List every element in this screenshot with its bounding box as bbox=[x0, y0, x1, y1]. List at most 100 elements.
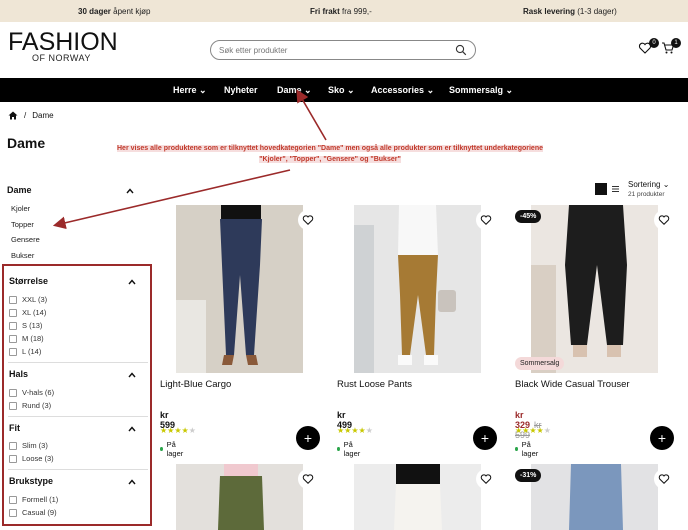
product-photo-rust-pants bbox=[354, 205, 481, 373]
filter-option[interactable]: Casual (9) bbox=[9, 508, 57, 517]
sidebar-link-bukser[interactable]: Bukser bbox=[11, 251, 34, 260]
filter-option[interactable]: Loose (3) bbox=[9, 454, 54, 463]
checkbox[interactable] bbox=[9, 308, 17, 317]
search-placeholder: Søk etter produkter bbox=[219, 45, 288, 55]
search-icon[interactable] bbox=[455, 44, 467, 56]
annotation-note: Her vises alle produktene som er tilknyt… bbox=[80, 144, 580, 165]
product-image[interactable] bbox=[176, 464, 303, 530]
checkbox[interactable] bbox=[9, 495, 17, 504]
search-input[interactable]: Søk etter produkter bbox=[210, 40, 476, 60]
filter-option[interactable]: V-hals (6) bbox=[9, 388, 54, 397]
filter-option[interactable]: Formell (1) bbox=[9, 495, 58, 504]
product-image[interactable] bbox=[531, 464, 658, 530]
sort-dropdown[interactable]: Sortering ⌄ 21 produkter bbox=[628, 180, 669, 198]
product-price: kr 329 kr 599 bbox=[515, 410, 542, 440]
filter-panel: Størrelse XXL (3) XL (14) S (13) M (18) … bbox=[2, 264, 152, 526]
plus-icon: + bbox=[657, 430, 667, 446]
chevron-up-icon[interactable] bbox=[128, 425, 136, 433]
checkbox[interactable] bbox=[9, 441, 17, 450]
checkbox[interactable] bbox=[9, 347, 17, 356]
checkbox[interactable] bbox=[9, 295, 17, 304]
promo-bar: 30 dager åpent kjøp Fri frakt fra 999,- … bbox=[0, 0, 688, 22]
filter-option[interactable]: XL (14) bbox=[9, 308, 46, 317]
chevron-down-icon: ⌄ bbox=[662, 180, 670, 189]
heart-icon bbox=[480, 215, 492, 226]
checkbox[interactable] bbox=[9, 321, 17, 330]
chevron-up-icon[interactable] bbox=[128, 278, 136, 286]
filter-title-size[interactable]: Størrelse bbox=[9, 276, 48, 286]
stock-status: På lager bbox=[337, 440, 362, 458]
sidebar-link-gensere[interactable]: Gensere bbox=[11, 235, 40, 244]
product-photo-black-trouser bbox=[531, 205, 658, 373]
filter-option[interactable]: M (18) bbox=[9, 334, 44, 343]
main-nav: Herre ⌄ Nyheter Dame ⌄ Sko ⌄ Accessories… bbox=[0, 78, 688, 102]
nav-dame[interactable]: Dame ⌄ bbox=[277, 85, 312, 96]
cart-count-badge: 1 bbox=[671, 38, 681, 48]
chevron-up-icon[interactable] bbox=[128, 371, 136, 379]
add-to-cart-button[interactable]: + bbox=[650, 426, 674, 450]
chevron-up-icon[interactable] bbox=[128, 478, 136, 486]
add-to-cart-button[interactable]: + bbox=[473, 426, 497, 450]
filter-option[interactable]: XXL (3) bbox=[9, 295, 47, 304]
list-view-icon[interactable] bbox=[609, 183, 621, 195]
chevron-up-icon[interactable] bbox=[126, 187, 134, 195]
sidebar-category-title[interactable]: Dame bbox=[7, 185, 32, 195]
wishlist-button[interactable] bbox=[298, 210, 318, 230]
site-logo[interactable]: FASHION OF NORWAY bbox=[8, 30, 118, 63]
discount-badge: -31% bbox=[515, 469, 542, 482]
promo-open-purchase: 30 dager åpent kjøp bbox=[78, 7, 151, 16]
heart-icon bbox=[658, 215, 670, 226]
filter-option[interactable]: L (14) bbox=[9, 347, 41, 356]
heart-icon bbox=[658, 474, 670, 485]
filter-divider bbox=[8, 469, 148, 470]
annotation-line-1: Her vises alle produktene som er tilknyt… bbox=[117, 145, 543, 152]
plus-icon: + bbox=[480, 430, 490, 446]
nav-herre[interactable]: Herre ⌄ bbox=[173, 85, 207, 96]
wishlist-button[interactable] bbox=[654, 210, 674, 230]
product-image[interactable] bbox=[176, 205, 303, 373]
product-name[interactable]: Black Wide Casual Trouser bbox=[515, 379, 630, 390]
product-image[interactable] bbox=[531, 205, 658, 373]
product-name[interactable]: Light-Blue Cargo bbox=[160, 379, 231, 390]
checkbox[interactable] bbox=[9, 508, 17, 517]
breadcrumb: / Dame bbox=[8, 111, 54, 120]
filter-title-usage[interactable]: Brukstype bbox=[9, 476, 53, 486]
filter-title-neck[interactable]: Hals bbox=[9, 369, 28, 379]
add-to-cart-button[interactable]: + bbox=[296, 426, 320, 450]
chevron-down-icon: ⌄ bbox=[304, 85, 312, 95]
nav-accessories[interactable]: Accessories ⌄ bbox=[371, 85, 434, 96]
home-icon[interactable] bbox=[8, 111, 18, 120]
rating-stars: ★★★★★ bbox=[337, 426, 373, 435]
wishlist-button[interactable] bbox=[476, 210, 496, 230]
product-image[interactable] bbox=[354, 464, 481, 530]
filter-option[interactable]: Slim (3) bbox=[9, 441, 48, 450]
filter-option[interactable]: Rund (3) bbox=[9, 401, 51, 410]
checkbox[interactable] bbox=[9, 388, 17, 397]
checkbox[interactable] bbox=[9, 401, 17, 410]
wishlist-button[interactable] bbox=[476, 469, 496, 489]
product-name[interactable]: Rust Loose Pants bbox=[337, 379, 412, 390]
rating-stars: ★★★★★ bbox=[515, 426, 551, 435]
filter-title-fit[interactable]: Fit bbox=[9, 423, 20, 433]
nav-sommersalg[interactable]: Sommersalg ⌄ bbox=[449, 85, 513, 96]
grid-view-toggle[interactable] bbox=[595, 183, 607, 195]
wishlist-button[interactable] bbox=[298, 469, 318, 489]
sidebar-link-topper[interactable]: Topper bbox=[11, 220, 34, 229]
checkbox[interactable] bbox=[9, 334, 17, 343]
promo-fast-delivery: Rask levering (1-3 dager) bbox=[523, 7, 617, 16]
chevron-down-icon: ⌄ bbox=[505, 85, 514, 95]
wishlist-button[interactable] bbox=[654, 469, 674, 489]
filter-option[interactable]: S (13) bbox=[9, 321, 42, 330]
nav-sko[interactable]: Sko ⌄ bbox=[328, 85, 355, 96]
nav-nyheter[interactable]: Nyheter bbox=[224, 85, 258, 95]
checkbox[interactable] bbox=[9, 454, 17, 463]
chevron-down-icon: ⌄ bbox=[347, 85, 355, 95]
filter-divider bbox=[8, 416, 148, 417]
product-image[interactable] bbox=[354, 205, 481, 373]
heart-icon bbox=[302, 215, 314, 226]
product-count: 21 produkter bbox=[628, 191, 665, 198]
plus-icon: + bbox=[303, 430, 313, 446]
heart-icon bbox=[302, 474, 314, 485]
rating-stars: ★★★★★ bbox=[160, 426, 196, 435]
sidebar-link-kjoler[interactable]: Kjoler bbox=[11, 204, 30, 213]
